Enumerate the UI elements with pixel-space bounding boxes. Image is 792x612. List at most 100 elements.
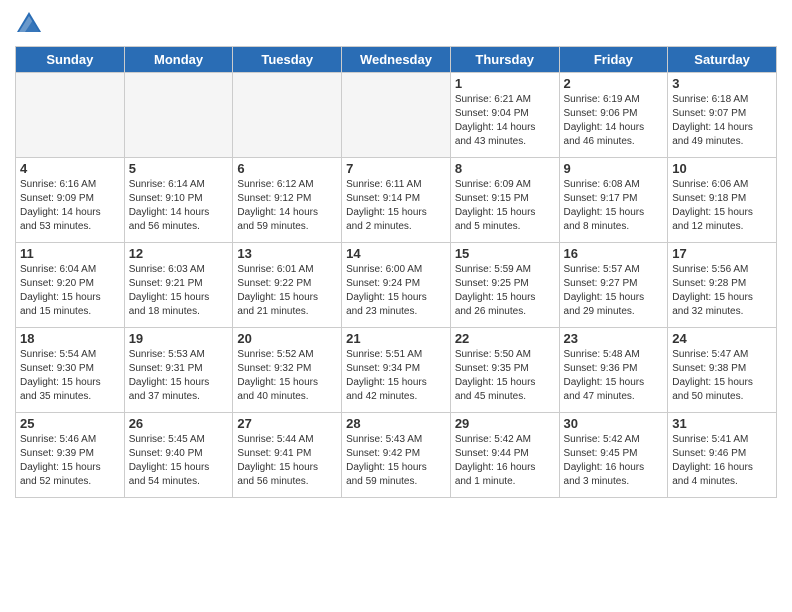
day-number: 5 (129, 161, 229, 176)
day-number: 15 (455, 246, 555, 261)
calendar-cell: 27 Sunrise: 5:44 AM Sunset: 9:41 PM Dayli… (233, 413, 342, 498)
calendar-cell: 23Sunrise: 5:48 AM Sunset: 9:36 PM Dayli… (559, 328, 668, 413)
calendar-cell: 29 Sunrise: 5:42 AM Sunset: 9:44 PM Dayli… (450, 413, 559, 498)
day-info: Sunrise: 5:42 AM Sunset: 9:44 PM Dayligh… (455, 433, 555, 489)
week-row-4: 18 Sunrise: 5:54 AM Sunset: 9:30 PM Dayli… (16, 328, 777, 413)
day-info: Sunrise: 5:42 AM Sunset: 9:45 PM Dayligh… (564, 433, 664, 489)
calendar-cell: 21 Sunrise: 5:51 AM Sunset: 9:34 PM Dayli… (342, 328, 451, 413)
col-tuesday: Tuesday (233, 47, 342, 73)
day-number: 8 (455, 161, 555, 176)
day-number: 1 (455, 76, 555, 91)
calendar-cell: 20 Sunrise: 5:52 AM Sunset: 9:32 PM Dayli… (233, 328, 342, 413)
day-number: 29 (455, 416, 555, 431)
day-info: Sunrise: 6:12 AM Sunset: 9:12 PM Dayligh… (237, 178, 337, 234)
calendar-cell (233, 73, 342, 158)
day-number: 10 (672, 161, 772, 176)
calendar-cell: 6Sunrise: 6:12 AM Sunset: 9:12 PM Daylig… (233, 158, 342, 243)
calendar-cell: 12 Sunrise: 6:03 AM Sunset: 9:21 PM Dayli… (124, 243, 233, 328)
calendar-cell: 13Sunrise: 6:01 AM Sunset: 9:22 PM Dayli… (233, 243, 342, 328)
day-number: 3 (672, 76, 772, 91)
day-info: Sunrise: 5:59 AM Sunset: 9:25 PM Dayligh… (455, 263, 555, 319)
calendar-cell: 8 Sunrise: 6:09 AM Sunset: 9:15 PM Daylig… (450, 158, 559, 243)
col-sunday: Sunday (16, 47, 125, 73)
day-number: 26 (129, 416, 229, 431)
day-number: 25 (20, 416, 120, 431)
day-info: Sunrise: 5:47 AM Sunset: 9:38 PM Dayligh… (672, 348, 772, 404)
col-saturday: Saturday (668, 47, 777, 73)
day-info: Sunrise: 6:04 AM Sunset: 9:20 PM Dayligh… (20, 263, 120, 319)
day-number: 4 (20, 161, 120, 176)
week-row-2: 4 Sunrise: 6:16 AM Sunset: 9:09 PM Daylig… (16, 158, 777, 243)
day-info: Sunrise: 6:06 AM Sunset: 9:18 PM Dayligh… (672, 178, 772, 234)
day-info: Sunrise: 6:08 AM Sunset: 9:17 PM Dayligh… (564, 178, 664, 234)
calendar-cell: 26 Sunrise: 5:45 AM Sunset: 9:40 PM Dayli… (124, 413, 233, 498)
day-info: Sunrise: 6:09 AM Sunset: 9:15 PM Dayligh… (455, 178, 555, 234)
day-number: 16 (564, 246, 664, 261)
day-info: Sunrise: 5:56 AM Sunset: 9:28 PM Dayligh… (672, 263, 772, 319)
day-number: 27 (237, 416, 337, 431)
day-info: Sunrise: 6:00 AM Sunset: 9:24 PM Dayligh… (346, 263, 446, 319)
day-info: Sunrise: 5:41 AM Sunset: 9:46 PM Dayligh… (672, 433, 772, 489)
calendar-cell: 22 Sunrise: 5:50 AM Sunset: 9:35 PM Dayli… (450, 328, 559, 413)
day-number: 19 (129, 331, 229, 346)
day-info: Sunrise: 5:52 AM Sunset: 9:32 PM Dayligh… (237, 348, 337, 404)
calendar-cell (16, 73, 125, 158)
day-info: Sunrise: 5:45 AM Sunset: 9:40 PM Dayligh… (129, 433, 229, 489)
calendar-cell (342, 73, 451, 158)
calendar-cell: 3Sunrise: 6:18 AM Sunset: 9:07 PM Daylig… (668, 73, 777, 158)
day-info: Sunrise: 5:57 AM Sunset: 9:27 PM Dayligh… (564, 263, 664, 319)
calendar-cell: 5Sunrise: 6:14 AM Sunset: 9:10 PM Daylig… (124, 158, 233, 243)
day-number: 22 (455, 331, 555, 346)
col-friday: Friday (559, 47, 668, 73)
day-info: Sunrise: 5:51 AM Sunset: 9:34 PM Dayligh… (346, 348, 446, 404)
day-info: Sunrise: 5:46 AM Sunset: 9:39 PM Dayligh… (20, 433, 120, 489)
day-number: 2 (564, 76, 664, 91)
day-number: 28 (346, 416, 446, 431)
calendar-cell: 24Sunrise: 5:47 AM Sunset: 9:38 PM Dayli… (668, 328, 777, 413)
calendar-cell: 30 Sunrise: 5:42 AM Sunset: 9:45 PM Dayli… (559, 413, 668, 498)
calendar-cell: 11 Sunrise: 6:04 AM Sunset: 9:20 PM Dayli… (16, 243, 125, 328)
day-info: Sunrise: 6:16 AM Sunset: 9:09 PM Dayligh… (20, 178, 120, 234)
calendar-cell: 7 Sunrise: 6:11 AM Sunset: 9:14 PM Daylig… (342, 158, 451, 243)
calendar-cell: 19Sunrise: 5:53 AM Sunset: 9:31 PM Dayli… (124, 328, 233, 413)
day-number: 17 (672, 246, 772, 261)
col-wednesday: Wednesday (342, 47, 451, 73)
calendar-cell: 16 Sunrise: 5:57 AM Sunset: 9:27 PM Dayli… (559, 243, 668, 328)
col-monday: Monday (124, 47, 233, 73)
day-number: 30 (564, 416, 664, 431)
day-number: 12 (129, 246, 229, 261)
logo-icon (15, 10, 43, 38)
week-row-3: 11 Sunrise: 6:04 AM Sunset: 9:20 PM Dayli… (16, 243, 777, 328)
col-thursday: Thursday (450, 47, 559, 73)
day-number: 7 (346, 161, 446, 176)
calendar-cell: 10 Sunrise: 6:06 AM Sunset: 9:18 PM Dayli… (668, 158, 777, 243)
calendar-cell: 31 Sunrise: 5:41 AM Sunset: 9:46 PM Dayli… (668, 413, 777, 498)
day-info: Sunrise: 6:19 AM Sunset: 9:06 PM Dayligh… (564, 93, 664, 149)
day-number: 18 (20, 331, 120, 346)
calendar-cell: 15 Sunrise: 5:59 AM Sunset: 9:25 PM Dayli… (450, 243, 559, 328)
day-info: Sunrise: 6:11 AM Sunset: 9:14 PM Dayligh… (346, 178, 446, 234)
day-number: 13 (237, 246, 337, 261)
logo (15, 10, 47, 38)
day-number: 9 (564, 161, 664, 176)
day-info: Sunrise: 5:44 AM Sunset: 9:41 PM Dayligh… (237, 433, 337, 489)
calendar-cell: 1 Sunrise: 6:21 AM Sunset: 9:04 PM Daylig… (450, 73, 559, 158)
day-info: Sunrise: 5:54 AM Sunset: 9:30 PM Dayligh… (20, 348, 120, 404)
calendar-cell: 9 Sunrise: 6:08 AM Sunset: 9:17 PM Daylig… (559, 158, 668, 243)
calendar-cell (124, 73, 233, 158)
calendar-cell: 18 Sunrise: 5:54 AM Sunset: 9:30 PM Dayli… (16, 328, 125, 413)
calendar-cell: 14Sunrise: 6:00 AM Sunset: 9:24 PM Dayli… (342, 243, 451, 328)
day-number: 31 (672, 416, 772, 431)
calendar: Sunday Monday Tuesday Wednesday Thursday… (15, 46, 777, 498)
day-info: Sunrise: 6:21 AM Sunset: 9:04 PM Dayligh… (455, 93, 555, 149)
header (15, 10, 777, 38)
day-info: Sunrise: 5:50 AM Sunset: 9:35 PM Dayligh… (455, 348, 555, 404)
day-info: Sunrise: 6:03 AM Sunset: 9:21 PM Dayligh… (129, 263, 229, 319)
week-row-5: 25 Sunrise: 5:46 AM Sunset: 9:39 PM Dayli… (16, 413, 777, 498)
day-number: 21 (346, 331, 446, 346)
calendar-cell: 17 Sunrise: 5:56 AM Sunset: 9:28 PM Dayli… (668, 243, 777, 328)
calendar-cell: 4 Sunrise: 6:16 AM Sunset: 9:09 PM Daylig… (16, 158, 125, 243)
day-number: 11 (20, 246, 120, 261)
day-number: 20 (237, 331, 337, 346)
calendar-header-row: Sunday Monday Tuesday Wednesday Thursday… (16, 47, 777, 73)
